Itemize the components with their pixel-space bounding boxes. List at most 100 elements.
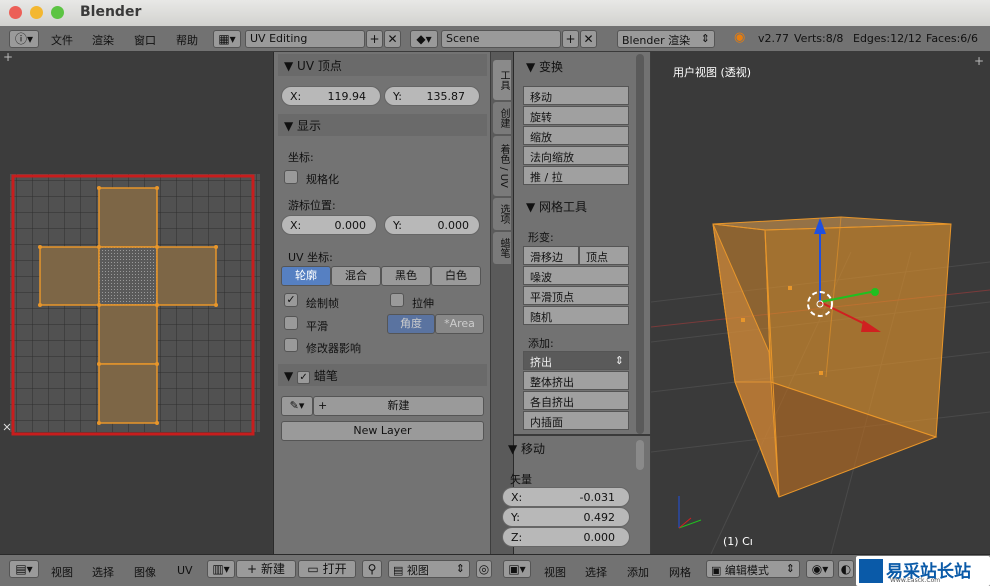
view-mode-select[interactable]: ▤ 视图 ⇕: [388, 560, 470, 578]
uv-canvas[interactable]: +: [0, 50, 272, 554]
move-y-field[interactable]: Y: 0.492: [502, 507, 630, 527]
maximize-window-button[interactable]: [51, 6, 64, 19]
random-button[interactable]: 随机: [523, 306, 629, 325]
bottom-menu-select[interactable]: 选择: [92, 564, 114, 580]
3d-viewport[interactable]: 用户视图 (透视) (1) Cı +: [650, 52, 990, 555]
tab-options[interactable]: 选项: [493, 198, 511, 230]
modifiers-checkbox[interactable]: [284, 338, 298, 352]
move-z-field[interactable]: Z: 0.000: [502, 527, 630, 547]
pin-icon[interactable]: ⚲: [362, 560, 382, 578]
menu-file[interactable]: 文件: [51, 32, 73, 48]
vp-menu-select[interactable]: 选择: [585, 564, 607, 580]
menu-render[interactable]: 渲染: [92, 32, 114, 48]
editor-type-info-icon[interactable]: ⓘ▾: [9, 30, 39, 48]
image-browse-icon[interactable]: ▥▾: [207, 560, 235, 578]
draw-faces-checkbox[interactable]: ✓: [284, 293, 298, 307]
cursor-x-field[interactable]: X: 0.000: [281, 215, 377, 235]
close-window-button[interactable]: [9, 6, 22, 19]
inset-button[interactable]: 内插面: [523, 411, 629, 430]
uv-editor[interactable]: +: [0, 50, 272, 554]
new-layer-button[interactable]: New Layer: [281, 421, 484, 441]
tool-scale-button[interactable]: 缩放: [523, 126, 629, 145]
layout-icon[interactable]: ▦▾: [213, 30, 241, 48]
display-header[interactable]: ▼ 显示: [278, 114, 487, 136]
minimize-window-button[interactable]: [30, 6, 43, 19]
viewport-plus-icon[interactable]: +: [974, 54, 984, 68]
uv-y-value: 135.87: [426, 90, 466, 103]
stretch-angle-button[interactable]: 角度: [387, 314, 435, 334]
grease-new-button[interactable]: + 新建: [313, 396, 484, 416]
viewport-canvas[interactable]: [650, 52, 990, 555]
grease-header[interactable]: ▼ ✓ 蜡笔: [278, 364, 487, 386]
tool-push-pull-button[interactable]: 推 / 拉: [523, 166, 629, 185]
transform-header[interactable]: ▼ 变换: [526, 58, 563, 75]
extrude-select[interactable]: 挤出 ⇕: [523, 351, 629, 370]
window-title: Blender: [80, 4, 142, 20]
shading-icon[interactable]: ◉▾: [806, 560, 834, 578]
uv-y-field[interactable]: Y: 135.87: [384, 86, 480, 106]
normalized-label: 规格化: [306, 173, 339, 186]
cursor-label: 游标位置:: [288, 199, 336, 212]
stretch-checkbox[interactable]: [390, 293, 404, 307]
smooth-checkbox[interactable]: [284, 316, 298, 330]
object-label: (1) Cı: [723, 535, 753, 548]
tab-create[interactable]: 创建: [493, 102, 511, 134]
move-x-field[interactable]: X: -0.031: [502, 487, 630, 507]
bottom-menu-image[interactable]: 图像: [134, 564, 156, 580]
vertex-button[interactable]: 顶点: [579, 246, 629, 265]
tab-shading-uv[interactable]: 着色 / UV: [493, 136, 511, 196]
extrude-individual-button[interactable]: 各自挤出: [523, 391, 629, 410]
bottom-menu-uv[interactable]: UV: [177, 564, 193, 577]
pencil-icon[interactable]: ✎▾: [281, 396, 313, 416]
vp-menu-view[interactable]: 视图: [544, 564, 566, 580]
tool-move-button[interactable]: 移动: [523, 86, 629, 105]
mode-mix-button[interactable]: 混合: [331, 266, 381, 286]
new-image-button[interactable]: + 新建: [236, 560, 296, 578]
cursor-y-label: Y:: [393, 219, 402, 232]
mesh-tools-header[interactable]: ▼ 网格工具: [526, 198, 587, 215]
bottom-menu-view[interactable]: 视图: [51, 564, 73, 580]
stretch-area-button[interactable]: *Area: [435, 314, 484, 334]
noise-button[interactable]: 噪波: [523, 266, 629, 285]
move-z-value: 0.000: [583, 531, 616, 544]
extrude-region-button[interactable]: 整体挤出: [523, 371, 629, 390]
layout-add-icon[interactable]: +: [366, 30, 383, 48]
cursor-y-field[interactable]: Y: 0.000: [384, 215, 480, 235]
scene-icon[interactable]: ◆▾: [410, 30, 438, 48]
mode-black-button[interactable]: 黑色: [381, 266, 431, 286]
mode-white-button[interactable]: 白色: [431, 266, 481, 286]
slide-edge-button[interactable]: 滑移边: [523, 246, 579, 265]
uv-vertex-header[interactable]: ▼ UV 顶点: [278, 54, 487, 76]
operator-scrollbar[interactable]: [636, 440, 644, 470]
uv-x-field[interactable]: X: 119.94: [281, 86, 381, 106]
mode-outline-button[interactable]: 轮廓: [281, 266, 331, 286]
editor-type-3d-icon[interactable]: ▣▾: [503, 560, 531, 578]
pivot-icon[interactable]: ◎: [476, 560, 492, 578]
tool-shrink-button[interactable]: 法向缩放: [523, 146, 629, 165]
normalized-checkbox[interactable]: [284, 170, 298, 184]
tools-scrollbar[interactable]: [636, 54, 644, 434]
render-engine-select[interactable]: Blender 渲染 ⇕: [617, 30, 715, 48]
select-arrows-icon: ⇕: [785, 562, 795, 575]
grease-enable-checkbox[interactable]: ✓: [297, 371, 311, 384]
layout-remove-icon[interactable]: ✕: [384, 30, 401, 48]
cube-mesh[interactable]: [712, 216, 952, 498]
menu-help[interactable]: 帮助: [176, 32, 198, 48]
open-image-button[interactable]: ▭ 打开: [298, 560, 356, 578]
tab-tools[interactable]: 工具: [493, 60, 511, 100]
scene-remove-icon[interactable]: ✕: [580, 30, 597, 48]
operator-header[interactable]: ▼ 移动: [508, 440, 545, 457]
smooth-vertex-button[interactable]: 平滑顶点: [523, 286, 629, 305]
pivot-3d-icon[interactable]: ◐: [838, 560, 854, 578]
scene-field[interactable]: Scene: [441, 30, 561, 48]
tab-grease[interactable]: 蜡笔: [493, 232, 511, 264]
menu-window[interactable]: 窗口: [134, 32, 156, 48]
vp-menu-mesh[interactable]: 网格: [669, 564, 691, 580]
editor-type-image-icon[interactable]: ▤▾: [9, 560, 39, 578]
scene-add-icon[interactable]: +: [562, 30, 579, 48]
layout-field[interactable]: UV Editing: [245, 30, 365, 48]
vp-menu-add[interactable]: 添加: [627, 564, 649, 580]
mode-select[interactable]: ▣ 编辑模式 ⇕: [706, 560, 800, 578]
deform-label: 形变:: [528, 231, 554, 244]
tool-rotate-button[interactable]: 旋转: [523, 106, 629, 125]
